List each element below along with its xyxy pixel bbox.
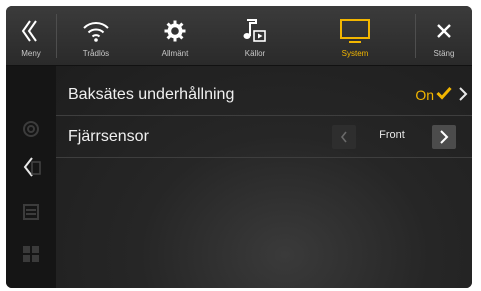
menu-button[interactable]: Meny	[6, 6, 56, 66]
wifi-icon	[81, 15, 111, 47]
previous-option-button[interactable]	[332, 125, 356, 149]
checkmark-icon	[436, 86, 452, 105]
setting-label: Baksätes underhållning	[68, 86, 235, 103]
next-option-button[interactable]	[432, 125, 456, 149]
setting-row-rear-entertainment[interactable]: Baksätes underhållning On	[56, 74, 472, 116]
top-bar: Meny Trådlös Allmänt Källor System Stäng	[6, 6, 472, 66]
grid-icon[interactable]	[20, 243, 42, 265]
settings-panel: Baksätes underhållning On Fjärrsensor Fr…	[56, 66, 472, 288]
tab-general[interactable]: Allmänt	[135, 6, 215, 66]
close-icon	[435, 15, 453, 47]
tab-sources[interactable]: Källor	[215, 6, 295, 66]
back-chevron-icon	[20, 15, 42, 47]
tab-sources-label: Källor	[244, 48, 266, 58]
screen: Meny Trådlös Allmänt Källor System Stäng…	[6, 6, 472, 288]
tab-system[interactable]: System	[295, 6, 415, 66]
setting-label: Fjärrsensor	[68, 128, 149, 145]
clock-icon[interactable]	[20, 118, 42, 140]
left-rail	[6, 66, 56, 288]
menu-label: Meny	[21, 48, 41, 58]
close-label: Stäng	[433, 48, 455, 58]
tab-system-label: System	[341, 48, 369, 58]
setting-value: On	[415, 87, 434, 103]
tab-general-label: Allmänt	[161, 48, 189, 58]
setting-value: Front	[379, 129, 405, 141]
music-source-icon	[241, 15, 269, 47]
gear-icon	[163, 15, 187, 47]
setting-row-remote-sensor: Fjärrsensor Front	[56, 116, 472, 158]
tab-wireless[interactable]: Trådlös	[57, 6, 135, 66]
collapse-chevron-icon[interactable]	[20, 156, 42, 178]
close-button[interactable]: Stäng	[416, 6, 472, 66]
tab-wireless-label: Trådlös	[82, 48, 110, 58]
chevron-right-icon	[458, 87, 468, 106]
monitor-icon	[339, 15, 371, 47]
screen-mode-icon[interactable]	[20, 201, 42, 223]
